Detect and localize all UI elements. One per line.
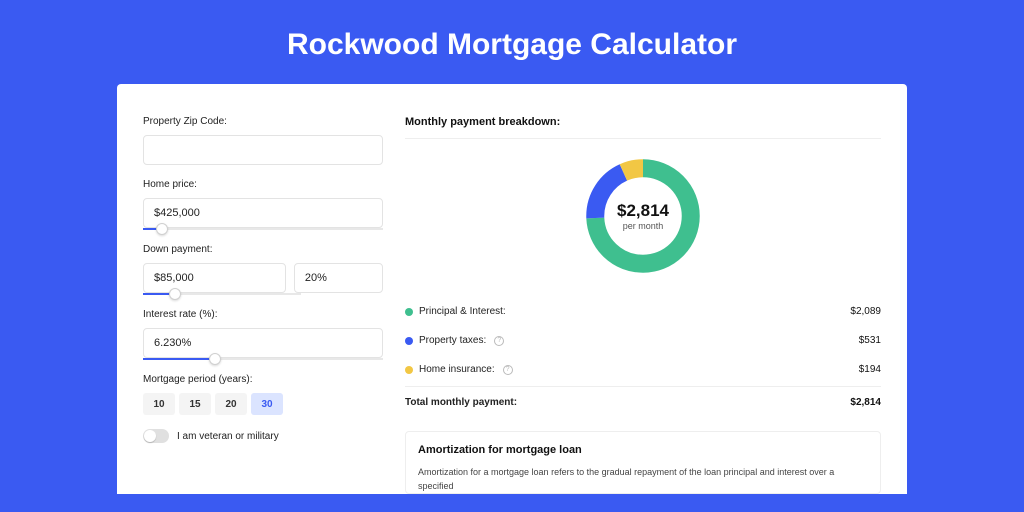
amortization-text: Amortization for a mortgage loan refers … [418, 466, 868, 493]
period-field: Mortgage period (years): 10 15 20 30 [143, 374, 383, 415]
dot-icon [405, 366, 413, 374]
zip-field: Property Zip Code: [143, 116, 383, 165]
period-label: Mortgage period (years): [143, 374, 383, 385]
legend-principal: Principal & Interest: $2,089 [405, 297, 881, 326]
interest-input[interactable] [143, 328, 383, 358]
page-title: Rockwood Mortgage Calculator [0, 0, 1024, 84]
breakdown-title: Monthly payment breakdown: [405, 116, 881, 139]
dot-icon [405, 308, 413, 316]
form-panel: Property Zip Code: Home price: Down paym… [143, 116, 383, 494]
legend-insurance-label: Home insurance: [419, 364, 495, 375]
legend-taxes-label: Property taxes: [419, 335, 486, 346]
period-btn-15[interactable]: 15 [179, 393, 211, 415]
legend-insurance-value: $194 [859, 364, 881, 375]
legend-total-label: Total monthly payment: [405, 397, 517, 408]
info-icon[interactable]: ? [494, 336, 504, 346]
down-payment-field: Down payment: [143, 244, 383, 295]
period-btn-10[interactable]: 10 [143, 393, 175, 415]
down-payment-label: Down payment: [143, 244, 383, 255]
period-btn-30[interactable]: 30 [251, 393, 283, 415]
legend-total-value: $2,814 [850, 397, 881, 408]
zip-input[interactable] [143, 135, 383, 165]
legend-principal-value: $2,089 [850, 306, 881, 317]
calculator-card: Property Zip Code: Home price: Down paym… [117, 84, 907, 494]
legend-taxes-value: $531 [859, 335, 881, 346]
legend-insurance: Home insurance: ? $194 [405, 355, 881, 384]
slider-thumb-icon[interactable] [169, 288, 181, 300]
amortization-card: Amortization for mortgage loan Amortizat… [405, 431, 881, 494]
donut-amount: $2,814 [617, 201, 669, 221]
home-price-slider[interactable] [143, 228, 383, 230]
down-payment-input[interactable] [143, 263, 286, 293]
home-price-label: Home price: [143, 179, 383, 190]
veteran-row: I am veteran or military [143, 429, 383, 443]
slider-thumb-icon[interactable] [156, 223, 168, 235]
dot-icon [405, 337, 413, 345]
home-price-input[interactable] [143, 198, 383, 228]
breakdown-panel: Monthly payment breakdown: $2,814 per mo… [405, 116, 881, 494]
veteran-toggle[interactable] [143, 429, 169, 443]
period-buttons: 10 15 20 30 [143, 393, 383, 415]
interest-field: Interest rate (%): [143, 309, 383, 360]
slider-thumb-icon[interactable] [209, 353, 221, 365]
donut-chart: $2,814 per month [405, 153, 881, 279]
amortization-title: Amortization for mortgage loan [418, 444, 868, 456]
legend-taxes: Property taxes: ? $531 [405, 326, 881, 355]
donut-sub: per month [623, 221, 664, 231]
home-price-field: Home price: [143, 179, 383, 230]
interest-slider[interactable] [143, 358, 383, 360]
veteran-label: I am veteran or military [177, 431, 279, 442]
down-payment-pct-input[interactable] [294, 263, 383, 293]
legend-principal-label: Principal & Interest: [419, 306, 506, 317]
down-payment-slider[interactable] [143, 293, 301, 295]
period-btn-20[interactable]: 20 [215, 393, 247, 415]
info-icon[interactable]: ? [503, 365, 513, 375]
zip-label: Property Zip Code: [143, 116, 383, 127]
interest-label: Interest rate (%): [143, 309, 383, 320]
legend-total: Total monthly payment: $2,814 [405, 386, 881, 417]
